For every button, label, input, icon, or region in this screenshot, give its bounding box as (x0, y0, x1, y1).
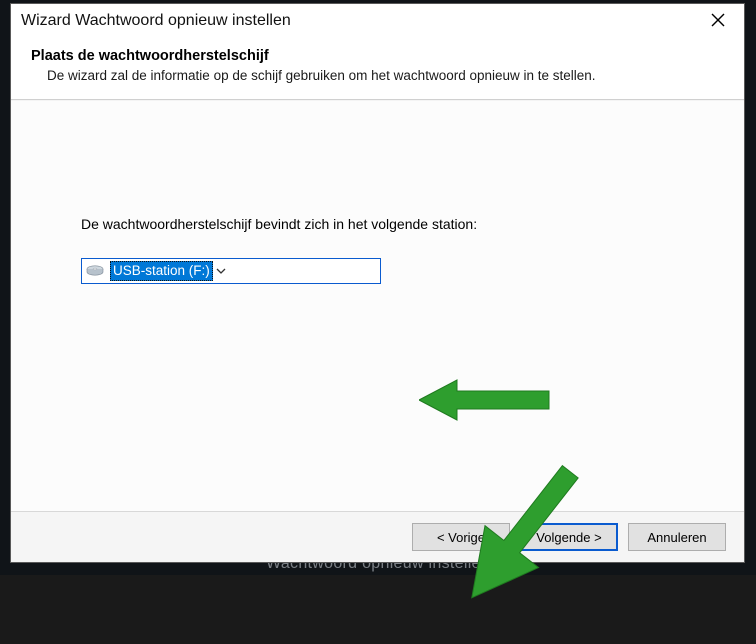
close-icon (711, 13, 725, 30)
wizard-subheading: De wizard zal de informatie op de schijf… (47, 68, 724, 83)
close-button[interactable] (700, 7, 736, 35)
next-button[interactable]: Volgende > (520, 523, 618, 551)
drive-combo-value: USB-station (F:) (110, 261, 213, 281)
wizard-body: De wachtwoordherstelschijf bevindt zich … (11, 100, 744, 511)
wizard-body-content: De wachtwoordherstelschijf bevindt zich … (81, 216, 674, 284)
drive-prompt: De wachtwoordherstelschijf bevindt zich … (81, 216, 674, 232)
wizard-dialog: Wizard Wachtwoord opnieuw instellen Plaa… (10, 3, 745, 563)
back-button[interactable]: < Vorige (412, 523, 510, 551)
drive-combo[interactable]: USB-station (F:) (81, 258, 381, 284)
annotation-arrow-to-combo (419, 376, 579, 439)
wizard-heading: Plaats de wachtwoordherstelschijf (31, 48, 724, 64)
cancel-button[interactable]: Annuleren (628, 523, 726, 551)
wizard-footer: < Vorige Volgende > Annuleren (11, 511, 744, 562)
chevron-down-icon (213, 268, 229, 274)
titlebar: Wizard Wachtwoord opnieuw instellen (11, 4, 744, 38)
drive-icon (86, 264, 104, 278)
wizard-header: Plaats de wachtwoordherstelschijf De wiz… (11, 38, 744, 100)
dialog-title: Wizard Wachtwoord opnieuw instellen (21, 12, 291, 30)
